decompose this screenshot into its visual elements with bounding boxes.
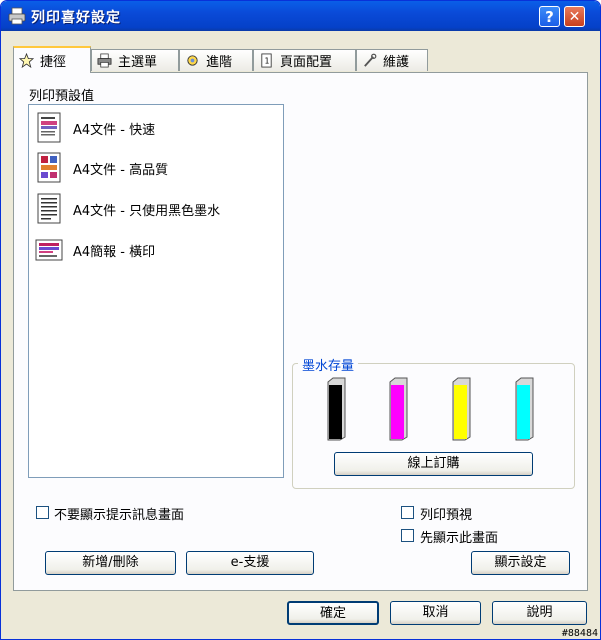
print-preview-checkbox[interactable] [401, 506, 414, 519]
e-support-button[interactable]: e-支援 [186, 551, 314, 575]
ink-cartridge-yellow [452, 377, 471, 441]
tab-maintenance[interactable]: 維護 [356, 49, 428, 71]
ok-button[interactable]: 確定 [287, 601, 379, 625]
ink-fill [329, 385, 342, 439]
title-bar: 列印喜好設定 ? ✕ [1, 1, 600, 31]
show-settings-button[interactable]: 顯示設定 [471, 551, 570, 575]
tab-label: 主選單 [118, 55, 158, 70]
print-preview-label: 列印預視 [420, 508, 473, 523]
presets-list[interactable]: A4文件 - 快速 A4文件 - 高品質 A4文件 - 只使用黑色墨水 A4簡報… [28, 104, 284, 478]
presentation-icon [35, 239, 63, 261]
show-first-label: 先顯示此畫面 [420, 531, 499, 546]
document-icon [37, 152, 61, 183]
ink-fill [391, 385, 404, 439]
preset-label: A4簡報 - 橫印 [73, 244, 156, 260]
tab-label: 捷徑 [40, 55, 67, 70]
watermark-text: #88484 [561, 628, 598, 639]
page-icon: 1 [261, 53, 272, 68]
add-delete-button[interactable]: 新增/刪除 [45, 551, 176, 575]
star-icon [19, 53, 34, 68]
help-button[interactable]: 說明 [492, 601, 587, 625]
svg-text:1: 1 [265, 56, 270, 65]
ink-cartridge-cyan [515, 377, 534, 441]
preset-label: A4文件 - 只使用黑色墨水 [73, 203, 221, 219]
show-first-checkbox[interactable] [401, 529, 414, 542]
hide-tips-label: 不要顯示提示訊息畫面 [54, 508, 185, 523]
document-icon [37, 112, 61, 143]
print-preferences-window: 列印喜好設定 ? ✕ 捷徑 主選單 進階 1 頁面配置 維護 列印預設值 A4文… [0, 0, 601, 640]
tab-page-layout[interactable]: 1 頁面配置 [253, 49, 356, 71]
tab-label: 頁面配置 [280, 55, 333, 70]
tab-label: 進階 [206, 55, 233, 70]
title-close-button[interactable]: ✕ [564, 6, 585, 27]
wrench-icon [364, 53, 377, 67]
list-item[interactable]: A4文件 - 快速 [35, 111, 155, 145]
presets-label: 列印預設值 [29, 89, 95, 104]
list-item[interactable]: A4簡報 - 橫印 [35, 233, 155, 267]
settings-icon [187, 55, 198, 66]
preset-label: A4文件 - 高品質 [73, 162, 169, 178]
document-icon [37, 193, 61, 224]
tab-main[interactable]: 主選單 [91, 49, 179, 71]
ink-cartridge-black [327, 377, 346, 441]
title-help-button[interactable]: ? [539, 6, 560, 27]
ink-fill [454, 385, 467, 439]
window-title: 列印喜好設定 [31, 10, 121, 26]
tab-advanced[interactable]: 進階 [179, 49, 253, 71]
preset-label: A4文件 - 快速 [73, 122, 156, 138]
tab-shortcuts[interactable]: 捷徑 [13, 46, 91, 73]
hide-tips-checkbox[interactable] [36, 506, 49, 519]
tab-label: 維護 [383, 55, 410, 70]
ink-levels-label: 墨水存量 [298, 355, 359, 374]
printer-icon [8, 7, 26, 25]
list-item[interactable]: A4文件 - 高品質 [35, 151, 168, 185]
list-item[interactable]: A4文件 - 只使用黑色墨水 [35, 192, 220, 226]
cancel-button[interactable]: 取消 [390, 601, 481, 625]
printer-icon [97, 53, 112, 68]
ink-cartridge-magenta [389, 377, 408, 441]
ink-fill [517, 385, 530, 439]
order-online-button[interactable]: 線上訂購 [334, 452, 533, 476]
